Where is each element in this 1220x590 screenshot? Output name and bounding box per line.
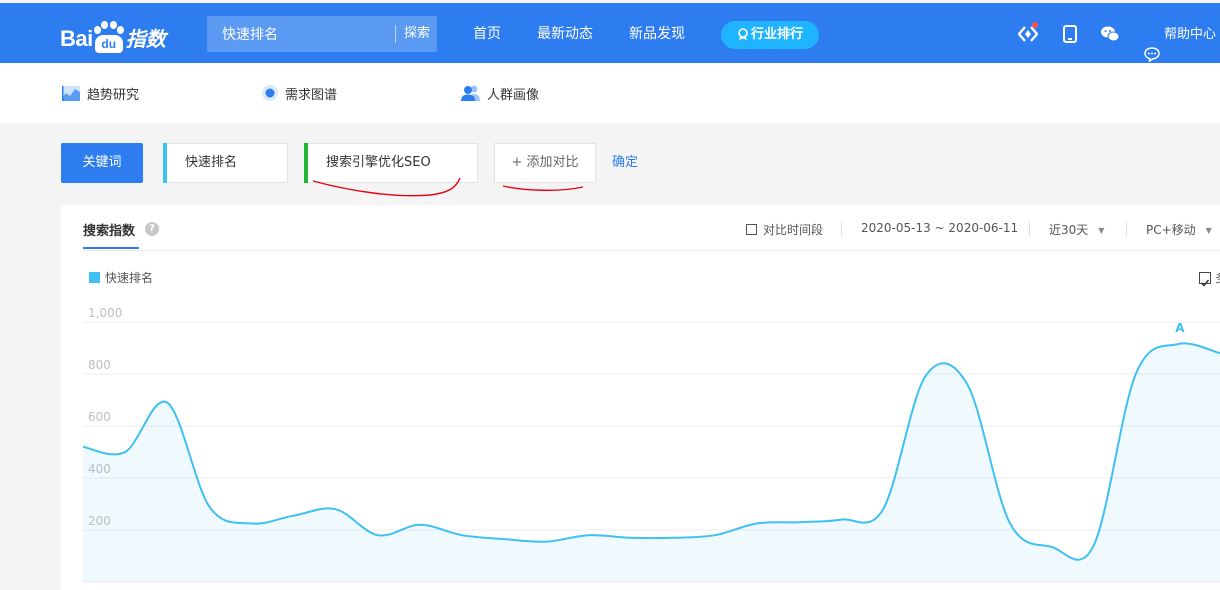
compare-period-label: 对比时间段: [763, 223, 824, 237]
date-range-selector[interactable]: 2020-05-13 ~ 2020-06-11: [861, 221, 1018, 235]
checkbox-box: [746, 224, 757, 235]
device-label: PC+移动: [1146, 223, 1196, 237]
peak-annotation[interactable]: A: [1175, 321, 1185, 335]
search-index-panel: 1,000 800 600 400 200 A 搜索指数 ? 对比时间段 2020-05-…: [61, 205, 1220, 590]
control-separator: [841, 222, 842, 236]
right-checkbox-label: 多: [1215, 269, 1220, 286]
search-index-chart: 1,000800600400200A: [82, 306, 1220, 583]
y-tick-label: 600: [88, 410, 111, 424]
y-tick-label: 800: [88, 358, 111, 372]
compare-period-checkbox[interactable]: 对比时间段: [746, 221, 823, 238]
device-dropdown[interactable]: PC+移动 ▼: [1146, 221, 1212, 238]
panel-divider: [83, 250, 1220, 251]
control-separator: [1126, 222, 1127, 236]
active-tab-underline: [83, 247, 139, 249]
legend-label[interactable]: 快速排名: [105, 269, 153, 286]
chevron-down-icon: ▼: [1205, 226, 1212, 235]
y-tick-label: 1,000: [88, 306, 122, 320]
legend-color-swatch: [89, 272, 100, 283]
help-question-icon[interactable]: ?: [145, 222, 159, 236]
tab-search-index[interactable]: 搜索指数: [83, 220, 135, 239]
checkmark-icon: [1200, 279, 1210, 287]
right-checkbox[interactable]: [1199, 272, 1211, 287]
period-dropdown[interactable]: 近30天 ▼: [1049, 221, 1104, 238]
control-separator: [1029, 222, 1030, 236]
chevron-down-icon: ▼: [1098, 226, 1105, 235]
period-label: 近30天: [1049, 223, 1089, 237]
